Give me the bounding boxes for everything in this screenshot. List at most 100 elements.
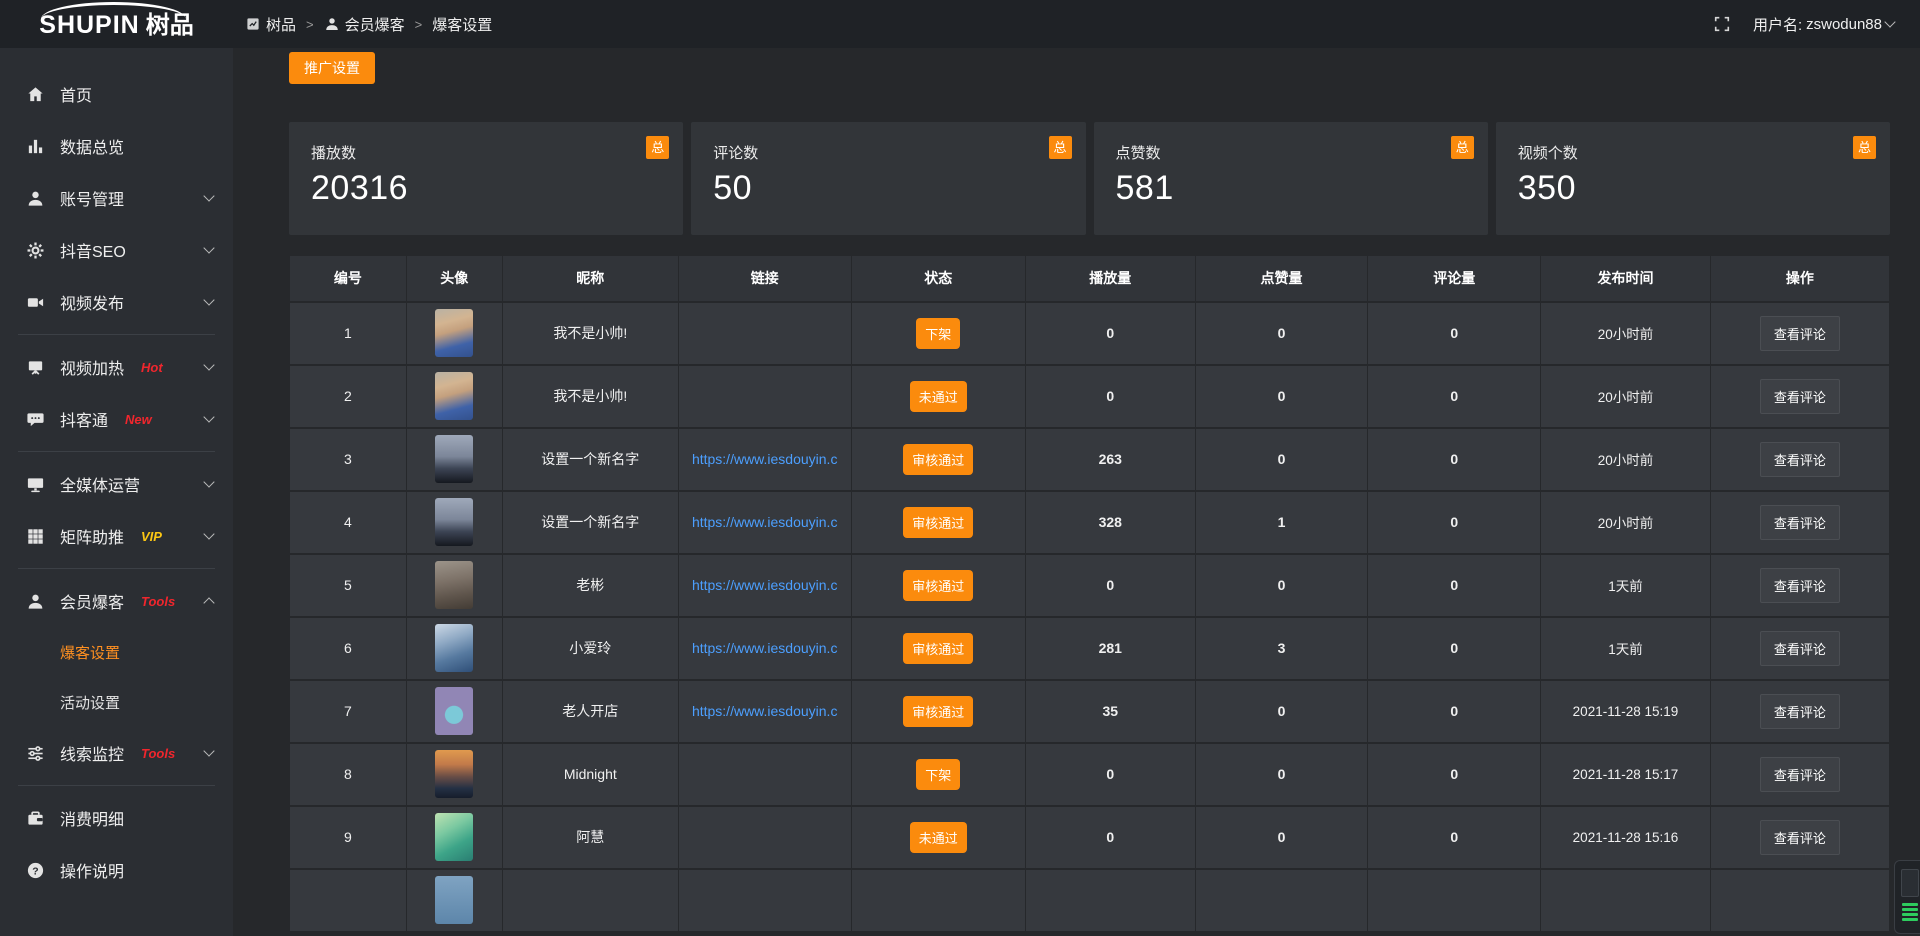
sidebar-item-矩阵助推[interactable]: 矩阵助推VIP xyxy=(0,510,233,562)
status-badge: 审核通过 xyxy=(903,507,973,538)
view-comments-button[interactable]: 查看评论 xyxy=(1760,442,1840,477)
table-row: 7老人开店https://www.iesdouyin.c审核通过35002021… xyxy=(290,680,1890,743)
column-header-发布时间: 发布时间 xyxy=(1541,256,1711,302)
user-menu[interactable]: 用户名: zswodun88 xyxy=(1753,14,1894,35)
cell-link xyxy=(678,302,851,365)
cell-plays: 0 xyxy=(1025,365,1195,428)
view-comments-button[interactable]: 查看评论 xyxy=(1760,568,1840,603)
sidebar-item-首页[interactable]: 首页 xyxy=(0,68,233,120)
sidebar-item-label: 视频发布 xyxy=(60,290,124,314)
sidebar-item-视频加热[interactable]: 视频加热 Hot xyxy=(0,341,233,393)
cell-avatar xyxy=(406,617,502,680)
chevron-down-icon xyxy=(203,190,214,201)
video-link[interactable]: https://www.iesdouyin.c xyxy=(692,514,838,530)
promotion-settings-button[interactable]: 推广设置 xyxy=(289,52,375,84)
view-comments-button[interactable]: 查看评论 xyxy=(1760,820,1840,855)
sidebar-item-抖客通[interactable]: 抖客通New xyxy=(0,393,233,445)
cell-nickname: 老人开店 xyxy=(502,680,678,743)
chevron-down-icon xyxy=(203,411,214,422)
view-comments-button[interactable]: 查看评论 xyxy=(1760,694,1840,729)
floating-widget-stripe xyxy=(1902,903,1918,906)
video-link[interactable]: https://www.iesdouyin.c xyxy=(692,451,838,467)
sidebar-item-操作说明[interactable]: ?操作说明 xyxy=(0,844,233,896)
chevron-down-icon xyxy=(203,294,214,305)
cell-nickname: 我不是小帅! xyxy=(502,365,678,428)
sidebar-item-label: 抖客通 xyxy=(60,407,108,431)
sidebar-item-会员爆客[interactable]: 会员爆客Tools xyxy=(0,575,233,627)
cell-avatar xyxy=(406,365,502,428)
cell-likes: 0 xyxy=(1195,680,1368,743)
cell-avatar xyxy=(406,680,502,743)
sidebar-item-数据总览[interactable]: 数据总览 xyxy=(0,120,233,172)
column-header-状态: 状态 xyxy=(851,256,1025,302)
video-link[interactable]: https://www.iesdouyin.c xyxy=(692,577,838,593)
floating-widget[interactable] xyxy=(1894,860,1920,934)
sliders-icon xyxy=(26,744,45,763)
cell-id: 6 xyxy=(290,617,407,680)
stat-value: 20316 xyxy=(311,169,661,208)
wallet-icon xyxy=(26,809,45,828)
status-badge: 未通过 xyxy=(910,822,967,853)
sidebar-item-消费明细[interactable]: 消费明细 xyxy=(0,792,233,844)
cell-action: 查看评论 xyxy=(1710,365,1889,428)
stat-card-评论数: 评论数50总 xyxy=(691,122,1085,235)
cell-status: 未通过 xyxy=(851,806,1025,869)
sidebar-item-账号管理[interactable]: 账号管理 xyxy=(0,172,233,224)
view-comments-button[interactable]: 查看评论 xyxy=(1760,505,1840,540)
status-badge: 下架 xyxy=(916,759,960,790)
cell-id: 9 xyxy=(290,806,407,869)
cell-link: https://www.iesdouyin.c xyxy=(678,428,851,491)
sidebar-item-视频发布[interactable]: 视频发布 xyxy=(0,276,233,328)
cell-plays: 328 xyxy=(1025,491,1195,554)
chevron-down-icon xyxy=(1884,16,1895,27)
sidebar-item-label: 视频加热 xyxy=(60,355,124,379)
breadcrumb-label: 会员爆客 xyxy=(345,14,405,35)
cell-nickname: 老彬 xyxy=(502,554,678,617)
cell-comments: 0 xyxy=(1368,302,1541,365)
sidebar-item-全媒体运营[interactable]: 全媒体运营 xyxy=(0,458,233,510)
cell-avatar xyxy=(406,554,502,617)
sidebar-item-抖音SEO[interactable]: 抖音SEO xyxy=(0,224,233,276)
cell-id: 8 xyxy=(290,743,407,806)
cell-comments: 0 xyxy=(1368,806,1541,869)
sidebar: 首页数据总览账号管理抖音SEO 视频发布视频加热 Hot 抖客通New 全媒体运营矩阵助… xyxy=(0,48,233,936)
sidebar-item-label: 首页 xyxy=(60,82,92,106)
cell-action: 查看评论 xyxy=(1710,743,1889,806)
cell-time: 2021-11-28 15:16 xyxy=(1541,806,1711,869)
cell-link: https://www.iesdouyin.c xyxy=(678,554,851,617)
video-table-wrap: 编号头像昵称链接状态播放量点赞量评论量发布时间操作 1我不是小帅!下架00020… xyxy=(289,255,1890,933)
chat-bubble-icon xyxy=(26,410,45,429)
cell-status: 审核通过 xyxy=(851,491,1025,554)
table-header-row: 编号头像昵称链接状态播放量点赞量评论量发布时间操作 xyxy=(290,256,1890,302)
cell-id: 4 xyxy=(290,491,407,554)
breadcrumb-item[interactable]: 树品 xyxy=(245,14,296,35)
view-comments-button[interactable]: 查看评论 xyxy=(1760,757,1840,792)
sidebar-subitem-活动设置[interactable]: 活动设置 xyxy=(0,677,233,727)
sidebar-subitem-爆客设置[interactable]: 爆客设置 xyxy=(0,627,233,677)
cell-action: 查看评论 xyxy=(1710,428,1889,491)
sidebar-item-线索监控[interactable]: 线索监控Tools xyxy=(0,727,233,779)
user-icon xyxy=(324,16,340,32)
view-comments-button[interactable]: 查看评论 xyxy=(1760,379,1840,414)
video-link[interactable]: https://www.iesdouyin.c xyxy=(692,703,838,719)
stat-value: 50 xyxy=(713,169,1063,208)
cell-plays: 0 xyxy=(1025,743,1195,806)
cell-link: https://www.iesdouyin.c xyxy=(678,491,851,554)
status-badge: 审核通过 xyxy=(903,696,973,727)
cell-avatar xyxy=(406,491,502,554)
cell-action: 查看评论 xyxy=(1710,680,1889,743)
cell-nickname xyxy=(502,869,678,932)
video-link[interactable]: https://www.iesdouyin.c xyxy=(692,640,838,656)
sidebar-item-badge: Hot xyxy=(141,360,163,375)
view-comments-button[interactable]: 查看评论 xyxy=(1760,631,1840,666)
member-icon xyxy=(26,592,45,611)
cell-nickname: 小爱玲 xyxy=(502,617,678,680)
fullscreen-icon[interactable] xyxy=(1713,15,1731,33)
cell-nickname: 阿慧 xyxy=(502,806,678,869)
cell-likes: 0 xyxy=(1195,806,1368,869)
view-comments-button[interactable]: 查看评论 xyxy=(1760,316,1840,351)
cell-likes: 0 xyxy=(1195,428,1368,491)
breadcrumb-item[interactable]: 会员爆客 xyxy=(324,14,405,35)
sidebar-item-label: 账号管理 xyxy=(60,186,124,210)
cell-comments: 0 xyxy=(1368,680,1541,743)
